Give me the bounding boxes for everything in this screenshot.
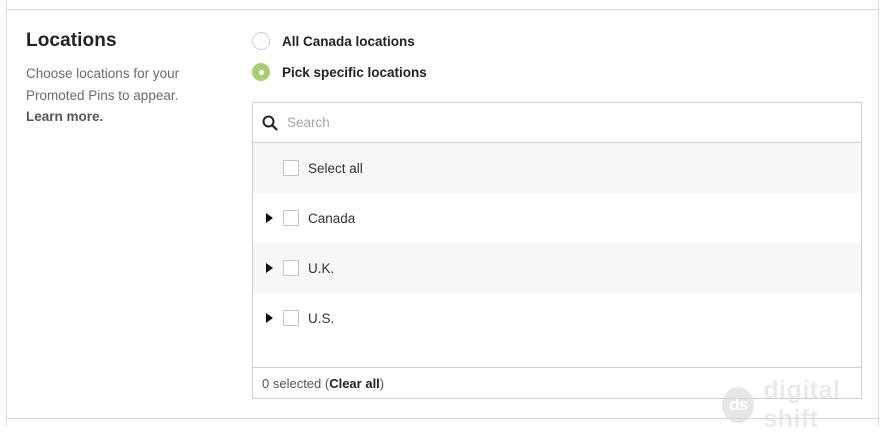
us-label: U.S. xyxy=(308,310,335,326)
list-item-uk[interactable]: U.K. xyxy=(253,243,861,293)
search-icon xyxy=(262,115,278,131)
checkbox-canada[interactable] xyxy=(283,210,299,226)
radio-all-canada[interactable]: All Canada locations xyxy=(252,30,415,52)
checkbox-us[interactable] xyxy=(283,310,299,326)
watermark-logo-icon: ds xyxy=(722,387,755,423)
section-description: Choose locations for your Promoted Pins … xyxy=(26,63,216,128)
search-input[interactable] xyxy=(285,114,829,131)
radio-pick-specific[interactable]: Pick specific locations xyxy=(252,61,427,83)
learn-more-link[interactable]: Learn more. xyxy=(26,109,103,124)
description-text: Choose locations for your Promoted Pins … xyxy=(26,66,180,103)
watermark: ds digital shift xyxy=(722,376,889,433)
top-divider xyxy=(7,9,878,10)
uk-label: U.K. xyxy=(308,260,335,276)
section-title: Locations xyxy=(26,30,117,51)
list-item-canada[interactable]: Canada xyxy=(253,193,861,243)
checkbox-uk[interactable] xyxy=(283,260,299,276)
expand-arrow-icon[interactable] xyxy=(266,263,273,273)
expand-arrow-icon[interactable] xyxy=(266,313,273,323)
footer-close-paren: ) xyxy=(379,375,385,391)
radio-checked-icon[interactable] xyxy=(252,63,270,81)
clear-all-link[interactable]: Clear all xyxy=(329,376,380,391)
list-item-select-all[interactable]: Select all xyxy=(253,143,861,193)
locations-description-block: Locations Choose locations for your Prom… xyxy=(26,30,216,128)
canada-label: Canada xyxy=(308,210,356,226)
select-all-label: Select all xyxy=(308,160,363,176)
location-list: Select all Canada U.K. U.S. xyxy=(253,143,861,343)
selected-count: 0 selected ( xyxy=(262,375,330,391)
checkbox-select-all[interactable] xyxy=(283,160,299,176)
list-item-us[interactable]: U.S. xyxy=(253,293,861,343)
radio-all-canada-label: All Canada locations xyxy=(282,33,415,49)
expand-arrow-icon[interactable] xyxy=(266,213,273,223)
radio-unchecked-icon[interactable] xyxy=(252,32,270,50)
location-picker: Select all Canada U.K. U.S. 0 selected (… xyxy=(252,102,862,399)
watermark-text: digital shift xyxy=(763,376,841,433)
radio-pick-specific-label: Pick specific locations xyxy=(282,64,427,80)
search-bar xyxy=(253,103,861,143)
